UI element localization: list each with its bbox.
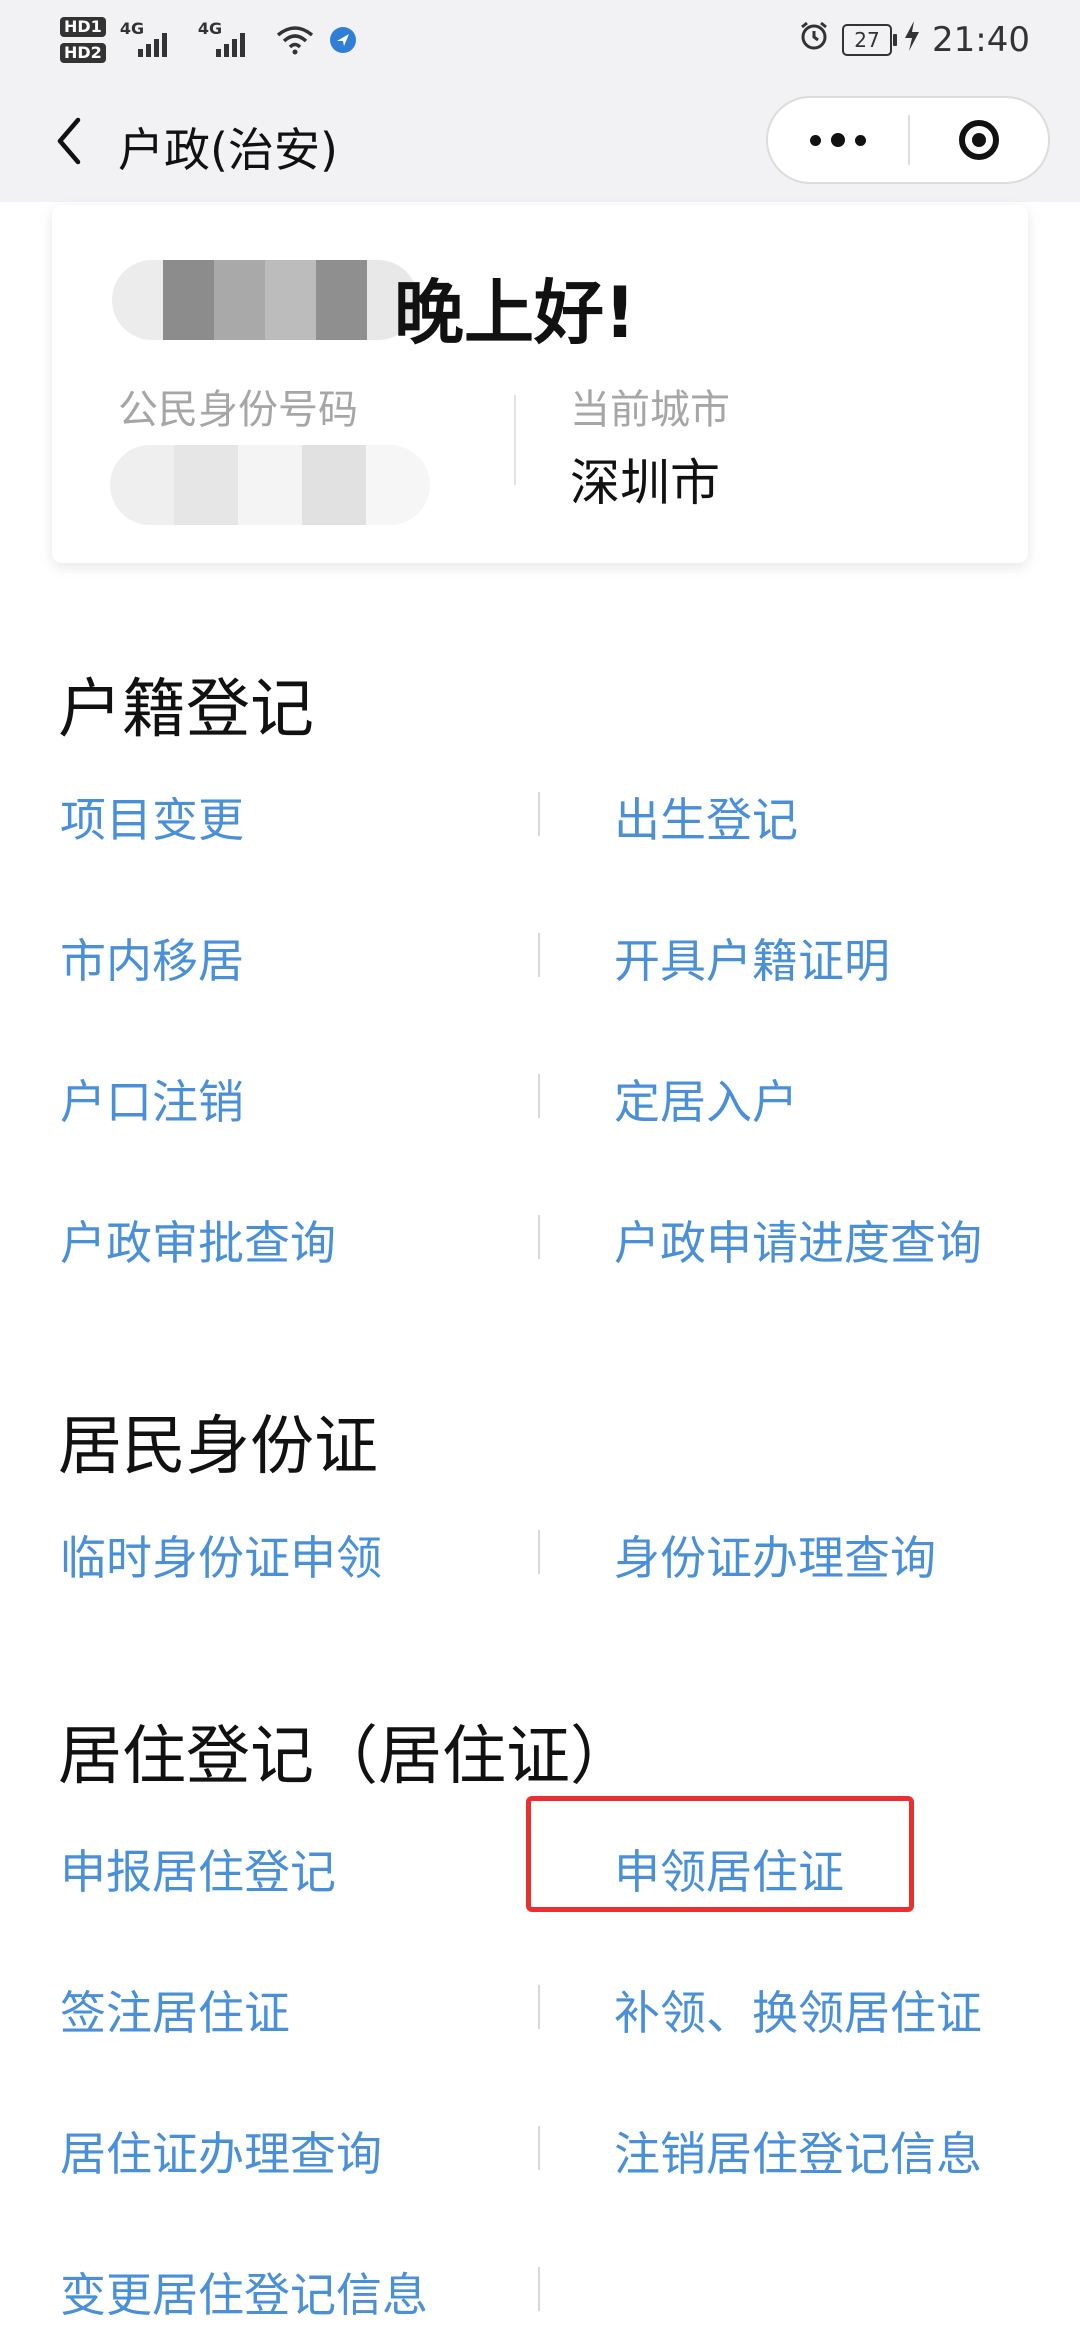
close-button[interactable] <box>910 98 1048 182</box>
navigation-bar: 户政(治安) <box>0 80 1080 202</box>
column-divider <box>538 2267 540 2311</box>
id-number-label: 公民身份号码 <box>118 387 358 433</box>
link-id-processing-query[interactable]: 身份证办理查询 <box>614 1522 936 1588</box>
link-cancel-residence-registration[interactable]: 注销居住登记信息 <box>614 2118 982 2184</box>
alarm-icon <box>798 20 830 61</box>
blurred-user-name <box>112 260 418 340</box>
column-divider <box>538 1530 540 1574</box>
link-endorse-residence-permit[interactable]: 签注居住证 <box>60 1977 290 2043</box>
link-approval-query[interactable]: 户政审批查询 <box>60 1207 336 1273</box>
greeting-text: 晚上好! <box>394 272 636 354</box>
section-title-household-registration: 户籍登记 <box>58 673 314 747</box>
charging-icon <box>904 20 920 60</box>
current-city-label: 当前城市 <box>570 387 730 433</box>
status-right: 27 21:40 <box>798 8 1030 72</box>
target-icon <box>959 120 999 160</box>
user-info-card: 晚上好! 公民身份号码 当前城市 深圳市 <box>52 205 1028 563</box>
status-left: HD1 HD2 4G 4G <box>60 8 358 72</box>
link-birth-registration[interactable]: 出生登记 <box>614 784 798 850</box>
link-item-change[interactable]: 项目变更 <box>60 784 244 850</box>
location-icon <box>328 25 358 55</box>
chevron-left-icon <box>57 117 81 165</box>
page-title: 户政(治安) <box>118 123 338 177</box>
wifi-icon <box>276 25 314 55</box>
link-report-residence-registration[interactable]: 申报居住登记 <box>60 1836 336 1902</box>
link-intra-city-move[interactable]: 市内移居 <box>60 925 244 991</box>
status-time: 21:40 <box>932 20 1030 60</box>
hd2-badge: HD2 <box>60 43 106 63</box>
card-divider <box>514 395 516 485</box>
signal-icon-2: 4G <box>198 19 262 61</box>
link-household-cancellation[interactable]: 户口注销 <box>60 1066 244 1132</box>
link-residence-permit-query[interactable]: 居住证办理查询 <box>60 2118 382 2184</box>
link-household-certificate[interactable]: 开具户籍证明 <box>614 925 890 991</box>
section-title-residence-permit: 居住登记（居住证） <box>58 1720 634 1794</box>
link-change-residence-registration[interactable]: 变更居住登记信息 <box>60 2259 428 2325</box>
column-divider <box>538 1074 540 1118</box>
link-reissue-residence-permit[interactable]: 补领、换领居住证 <box>614 1977 982 2043</box>
link-temporary-id-application[interactable]: 临时身份证申领 <box>60 1522 382 1588</box>
column-divider <box>538 2126 540 2170</box>
current-city-value: 深圳市 <box>570 454 720 512</box>
hd-indicators: HD1 HD2 <box>60 17 106 63</box>
section-title-id-card: 居民身份证 <box>58 1410 378 1484</box>
mini-program-capsule <box>766 96 1050 184</box>
link-settlement-registration[interactable]: 定居入户 <box>614 1066 798 1132</box>
column-divider <box>538 1215 540 1259</box>
link-application-progress-query[interactable]: 户政申请进度查询 <box>614 1207 982 1273</box>
highlight-box <box>526 1796 914 1912</box>
back-button[interactable] <box>38 110 100 172</box>
status-bar: HD1 HD2 4G 4G 27 21:40 <box>0 0 1080 80</box>
hd1-badge: HD1 <box>60 17 106 37</box>
signal-icon: 4G <box>120 19 184 61</box>
more-dots-icon <box>810 134 821 146</box>
battery-icon: 27 <box>842 24 898 56</box>
column-divider <box>538 792 540 836</box>
column-divider <box>538 933 540 977</box>
column-divider <box>538 1985 540 2029</box>
more-button[interactable] <box>768 98 908 182</box>
blurred-id-number <box>110 445 430 525</box>
